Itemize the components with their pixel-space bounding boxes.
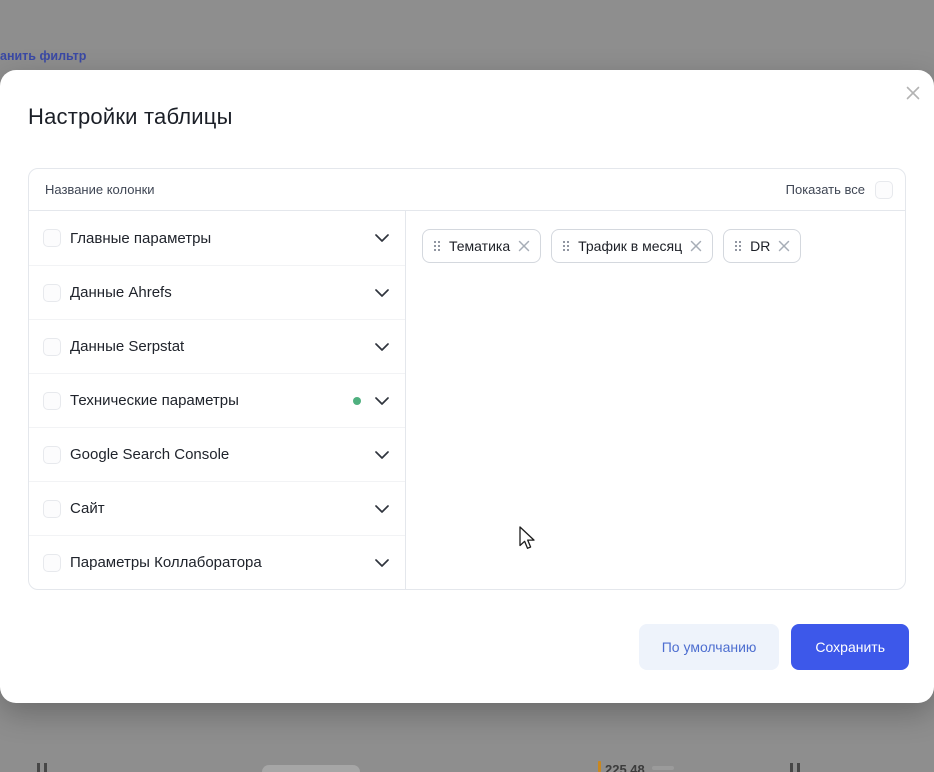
column-chip-dr[interactable]: DR bbox=[723, 229, 801, 263]
category-checkbox[interactable] bbox=[43, 229, 61, 247]
category-row-collaborator-params[interactable]: Параметры Коллаборатора bbox=[29, 535, 405, 589]
category-row-google-search-console[interactable]: Google Search Console bbox=[29, 427, 405, 481]
save-filter-link[interactable]: анить фильтр bbox=[0, 49, 86, 63]
category-checkbox[interactable] bbox=[43, 338, 61, 356]
category-label: Технические параметры bbox=[70, 392, 353, 409]
category-row-main-params[interactable]: Главные параметры bbox=[29, 211, 405, 265]
page-title: Настройки таблицы bbox=[28, 104, 233, 130]
metric-value: 225.48 bbox=[605, 762, 645, 772]
category-row-serpstat[interactable]: Данные Serpstat bbox=[29, 319, 405, 373]
chevron-down-icon[interactable] bbox=[375, 234, 389, 242]
chip-label: Трафик в месяц bbox=[578, 238, 682, 254]
category-label: Главные параметры bbox=[70, 230, 375, 247]
column-name-header: Название колонки bbox=[45, 182, 155, 197]
chevron-down-icon[interactable] bbox=[375, 397, 389, 405]
category-label: Параметры Коллаборатора bbox=[70, 554, 375, 571]
category-row-ahrefs[interactable]: Данные Ahrefs bbox=[29, 265, 405, 319]
category-label: Данные Serpstat bbox=[70, 338, 375, 355]
active-indicator-dot bbox=[353, 397, 361, 405]
remove-chip-icon[interactable] bbox=[690, 240, 702, 252]
category-checkbox[interactable] bbox=[43, 392, 61, 410]
text-fragment bbox=[37, 763, 40, 772]
category-label: Google Search Console bbox=[70, 446, 375, 463]
category-label: Данные Ahrefs bbox=[70, 284, 375, 301]
chevron-down-icon[interactable] bbox=[375, 289, 389, 297]
box-header: Название колонки Показать все bbox=[29, 169, 905, 211]
table-settings-modal: Настройки таблицы Название колонки Показ… bbox=[0, 70, 934, 703]
text-fragment bbox=[652, 766, 674, 770]
column-chip-trafik-v-mesyac[interactable]: Трафик в месяц bbox=[551, 229, 713, 263]
show-all-control: Показать все bbox=[786, 181, 893, 199]
background-table-fragment: 225.48 bbox=[0, 757, 934, 772]
category-list: Главные параметры Данные Ahrefs Данные S… bbox=[29, 211, 406, 589]
remove-chip-icon[interactable] bbox=[778, 240, 790, 252]
text-fragment bbox=[44, 763, 47, 772]
chip-label: DR bbox=[750, 238, 770, 254]
category-row-technical-params[interactable]: Технические параметры bbox=[29, 373, 405, 427]
modal-footer: По умолчанию Сохранить bbox=[639, 624, 909, 670]
category-checkbox[interactable] bbox=[43, 446, 61, 464]
warning-mark bbox=[598, 761, 601, 772]
category-checkbox[interactable] bbox=[43, 554, 61, 572]
show-all-label: Показать все bbox=[786, 182, 865, 197]
chevron-down-icon[interactable] bbox=[375, 451, 389, 459]
drag-handle-icon[interactable] bbox=[562, 241, 569, 252]
drag-handle-icon[interactable] bbox=[734, 241, 741, 252]
category-checkbox[interactable] bbox=[43, 500, 61, 518]
chevron-down-icon[interactable] bbox=[375, 505, 389, 513]
drag-handle-icon[interactable] bbox=[433, 241, 440, 252]
chip-label: Тематика bbox=[449, 238, 510, 254]
text-fragment bbox=[790, 763, 793, 772]
close-icon[interactable] bbox=[903, 83, 923, 103]
save-button[interactable]: Сохранить bbox=[791, 624, 909, 670]
remove-chip-icon[interactable] bbox=[518, 240, 530, 252]
default-button[interactable]: По умолчанию bbox=[639, 624, 780, 670]
badge-fragment bbox=[262, 765, 360, 772]
category-label: Сайт bbox=[70, 500, 375, 517]
column-chip-tematika[interactable]: Тематика bbox=[422, 229, 541, 263]
show-all-checkbox[interactable] bbox=[875, 181, 893, 199]
selected-columns-panel: Тематика Трафик в месяц bbox=[406, 211, 905, 589]
category-checkbox[interactable] bbox=[43, 284, 61, 302]
chevron-down-icon[interactable] bbox=[375, 559, 389, 567]
text-fragment bbox=[797, 763, 800, 772]
category-row-site[interactable]: Сайт bbox=[29, 481, 405, 535]
chevron-down-icon[interactable] bbox=[375, 343, 389, 351]
columns-settings-box: Название колонки Показать все Главные па… bbox=[28, 168, 906, 590]
